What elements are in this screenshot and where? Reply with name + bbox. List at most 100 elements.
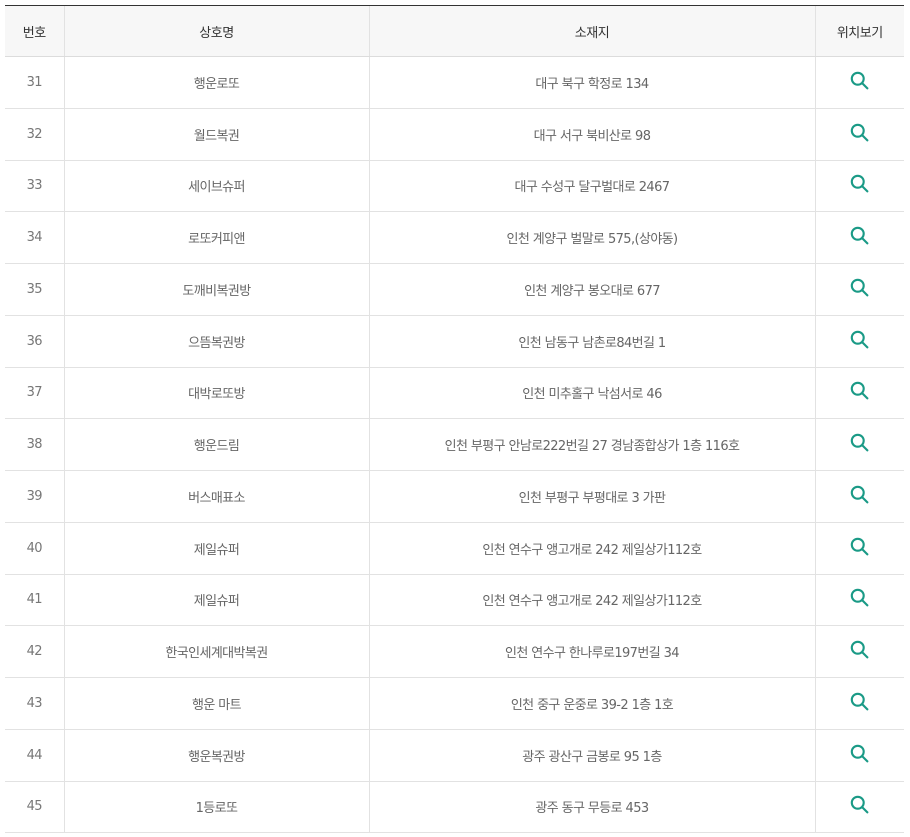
store-address: 인천 연수구 앵고개로 242 제일상가112호: [368, 522, 815, 575]
store-name: 대박로또방: [63, 367, 369, 420]
store-name: 한국인세계대박복권: [63, 625, 369, 678]
store-address: 대구 수성구 달구벌대로 2467: [368, 160, 815, 213]
store-name: 로또커피앤: [63, 211, 369, 264]
search-icon: [850, 71, 869, 90]
store-number: 31: [5, 56, 64, 109]
view-location-button[interactable]: [849, 432, 870, 453]
store-number: 32: [5, 108, 64, 161]
location-cell: [814, 729, 904, 782]
store-address: 광주 광산구 금봉로 95 1층: [368, 729, 815, 782]
store-address: 인천 연수구 한나루로197번길 34: [368, 625, 815, 678]
table-row: 37 대박로또방 인천 미추홀구 낙섬서로 46: [5, 367, 904, 420]
store-name: 행운드림: [63, 418, 369, 471]
table-row: 43 행운 마트 인천 중구 운중로 39-2 1층 1호: [5, 677, 904, 730]
location-cell: [814, 625, 904, 678]
search-icon: [850, 278, 869, 297]
store-number: 39: [5, 470, 64, 523]
table-row: 45 1등로또 광주 동구 무등로 453: [5, 781, 904, 834]
store-number: 34: [5, 211, 64, 264]
search-icon: [850, 226, 869, 245]
view-location-button[interactable]: [849, 691, 870, 712]
store-number: 41: [5, 574, 64, 627]
store-address: 광주 동구 무등로 453: [368, 781, 815, 834]
view-location-button[interactable]: [849, 329, 870, 350]
search-icon: [850, 796, 869, 814]
search-icon: [850, 123, 869, 142]
location-cell: [814, 677, 904, 730]
search-icon: [850, 382, 869, 400]
search-icon: [850, 692, 869, 711]
location-cell: [814, 367, 904, 420]
table-row: 40 제일슈퍼 인천 연수구 앵고개로 242 제일상가112호: [5, 522, 904, 575]
view-location-button[interactable]: [849, 639, 870, 660]
store-number: 35: [5, 263, 64, 316]
table-row: 31 행운로또 대구 북구 학정로 134: [5, 56, 904, 109]
store-name: 제일슈퍼: [63, 574, 369, 627]
column-header-location: 위치보기: [814, 5, 904, 57]
location-cell: [814, 56, 904, 109]
search-icon: [850, 175, 869, 193]
store-number: 38: [5, 418, 64, 471]
view-location-button[interactable]: [849, 122, 870, 143]
store-name: 행운로또: [63, 56, 369, 109]
view-location-button[interactable]: [849, 70, 870, 91]
store-name: 행운복권방: [63, 729, 369, 782]
table-row: 34 로또커피앤 인천 계양구 벌말로 575,(상야동): [5, 211, 904, 264]
location-cell: [814, 315, 904, 368]
table-row: 44 행운복권방 광주 광산구 금봉로 95 1층: [5, 729, 904, 782]
table-header-row: 번호 상호명 소재지 위치보기: [5, 5, 904, 57]
store-address: 인천 계양구 벌말로 575,(상야동): [368, 211, 815, 264]
store-number: 45: [5, 781, 64, 834]
view-location-button[interactable]: [849, 225, 870, 246]
store-number: 42: [5, 625, 64, 678]
table-row: 38 행운드림 인천 부평구 안남로222번길 27 경남종합상가 1층 116…: [5, 418, 904, 471]
table-row: 42 한국인세계대박복권 인천 연수구 한나루로197번길 34: [5, 625, 904, 678]
view-location-button[interactable]: [849, 587, 870, 608]
store-number: 33: [5, 160, 64, 213]
table-body: 31 행운로또 대구 북구 학정로 134 32 월드복권 대구 서구 북비산로…: [5, 56, 904, 834]
store-address: 인천 부평구 부평대로 3 가판: [368, 470, 815, 523]
store-address: 인천 미추홀구 낙섬서로 46: [368, 367, 815, 420]
location-cell: [814, 418, 904, 471]
table-row: 39 버스매표소 인천 부평구 부평대로 3 가판: [5, 470, 904, 523]
search-icon: [850, 485, 869, 504]
search-icon: [850, 330, 869, 349]
location-cell: [814, 781, 904, 834]
search-icon: [850, 589, 869, 607]
location-cell: [814, 522, 904, 575]
store-address: 인천 중구 운중로 39-2 1층 1호: [368, 677, 815, 730]
store-address: 인천 부평구 안남로222번길 27 경남종합상가 1층 116호: [368, 418, 815, 471]
view-location-button[interactable]: [849, 484, 870, 505]
search-icon: [850, 744, 869, 763]
view-location-button[interactable]: [849, 743, 870, 764]
store-address: 인천 남동구 남촌로84번길 1: [368, 315, 815, 368]
store-name: 으뜸복권방: [63, 315, 369, 368]
location-cell: [814, 160, 904, 213]
table-row: 41 제일슈퍼 인천 연수구 앵고개로 242 제일상가112호: [5, 574, 904, 627]
store-name: 세이브슈퍼: [63, 160, 369, 213]
location-cell: [814, 574, 904, 627]
store-name: 도깨비복권방: [63, 263, 369, 316]
location-cell: [814, 108, 904, 161]
view-location-button[interactable]: [849, 794, 870, 815]
view-location-button[interactable]: [849, 380, 870, 401]
store-number: 43: [5, 677, 64, 730]
store-number: 37: [5, 367, 64, 420]
store-name: 제일슈퍼: [63, 522, 369, 575]
location-cell: [814, 211, 904, 264]
store-name: 버스매표소: [63, 470, 369, 523]
store-address: 대구 서구 북비산로 98: [368, 108, 815, 161]
view-location-button[interactable]: [849, 536, 870, 557]
store-table: 번호 상호명 소재지 위치보기 31 행운로또 대구 북구 학정로 134 32…: [5, 5, 904, 834]
location-cell: [814, 263, 904, 316]
table-row: 35 도깨비복권방 인천 계양구 봉오대로 677: [5, 263, 904, 316]
store-number: 40: [5, 522, 64, 575]
store-list: 번호 상호명 소재지 위치보기 31 행운로또 대구 북구 학정로 134 32…: [5, 5, 904, 834]
view-location-button[interactable]: [849, 173, 870, 194]
view-location-button[interactable]: [849, 277, 870, 298]
column-header-number: 번호: [5, 5, 64, 57]
store-address: 대구 북구 학정로 134: [368, 56, 815, 109]
location-cell: [814, 470, 904, 523]
store-number: 36: [5, 315, 64, 368]
column-header-store-name: 상호명: [63, 5, 369, 57]
